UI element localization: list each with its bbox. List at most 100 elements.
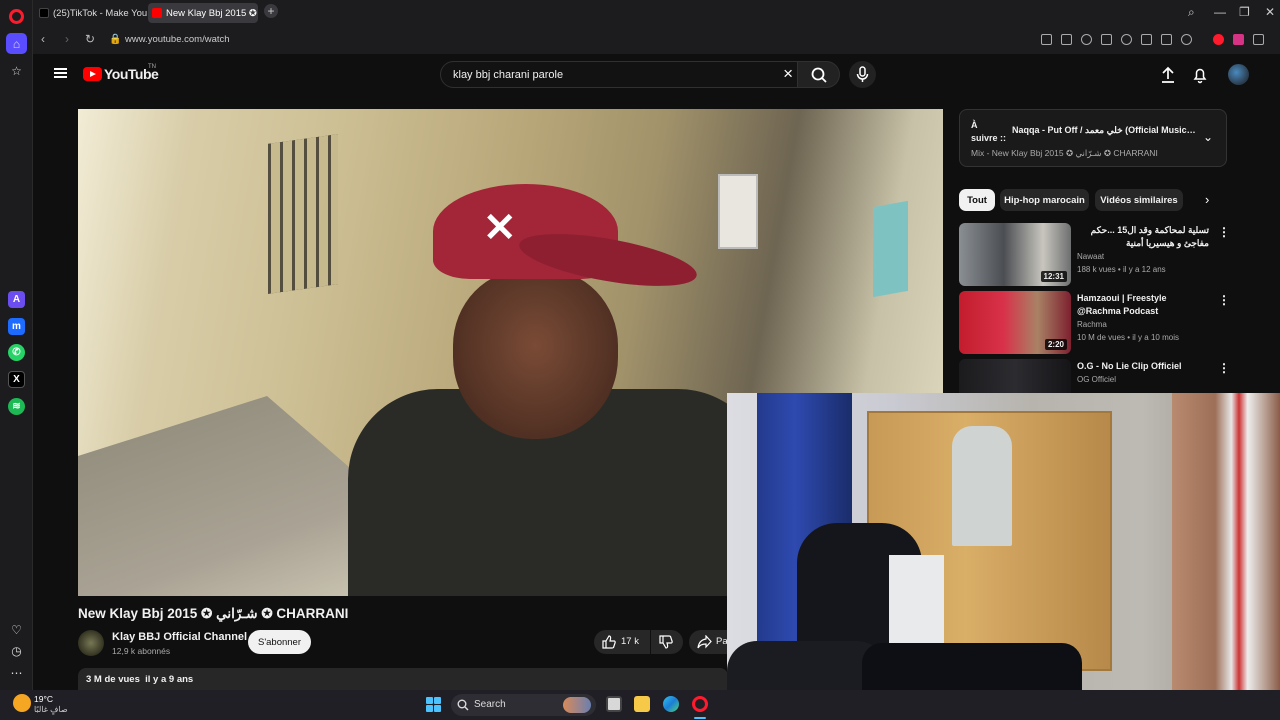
close-window-button[interactable]: ✕ <box>1265 5 1275 19</box>
recommendation-title[interactable]: تسلية لمحاكمة وقد ال15 ...حكم مفاجئ و هي… <box>1077 224 1209 250</box>
whatsapp-icon[interactable]: ✆ <box>8 344 25 361</box>
search-query[interactable]: klay bbj charani parole <box>453 69 563 81</box>
notifications-bell-icon[interactable] <box>1192 66 1208 84</box>
restore-button[interactable]: ❐ <box>1239 5 1250 19</box>
new-tab-button[interactable]: + <box>264 4 278 18</box>
minimize-button[interactable]: — <box>1214 5 1226 19</box>
camera-icon[interactable] <box>1061 34 1072 45</box>
recommendation-item[interactable]: 12:31 تسلية لمحاكمة وقد ال15 ...حكم مفاج… <box>959 223 1269 287</box>
recommendation-title[interactable]: Hamzaoui | Freestyle @Rachma Podcast <box>1077 292 1209 318</box>
recommendation-channel[interactable]: Rachma <box>1077 320 1107 329</box>
edge-icon[interactable] <box>663 696 679 712</box>
voice-search-button[interactable] <box>849 61 876 88</box>
search-button[interactable] <box>798 61 840 88</box>
download-icon[interactable] <box>1141 34 1152 45</box>
url-field[interactable]: www.youtube.com/watch <box>125 34 230 45</box>
recommendation-channel[interactable]: Nawaat <box>1077 252 1104 261</box>
edit-icon[interactable] <box>1041 34 1052 45</box>
opera-ai-icon[interactable] <box>1213 34 1224 45</box>
weather-description[interactable]: صافٍ غالبًا <box>34 705 68 714</box>
recommendation-title[interactable]: O.G - No Lie Clip Officiel <box>1077 360 1209 373</box>
recommendation-channel[interactable]: OG Officiel <box>1077 375 1116 384</box>
more-options-icon[interactable]: ⋮ <box>1218 225 1230 239</box>
account-avatar[interactable] <box>1228 64 1249 85</box>
duration-badge: 12:31 <box>1040 271 1067 282</box>
weather-temperature[interactable]: 19°C <box>34 694 53 704</box>
chevron-right-icon[interactable]: › <box>1205 192 1209 207</box>
opera-logo-icon[interactable] <box>9 9 24 24</box>
tab-label: New Klay Bbj 2015 ✪ شـرّاني <box>166 7 258 19</box>
more-options-icon[interactable]: ⋮ <box>1218 293 1230 307</box>
chip-all[interactable]: Tout <box>959 189 995 211</box>
tab-youtube[interactable]: New Klay Bbj 2015 ✪ شـرّاني <box>148 3 258 23</box>
chip-moroccan-hiphop[interactable]: Hip-hop marocain <box>1000 189 1089 211</box>
recommendation-meta: 188 k vues • il y a 12 ans <box>1077 265 1166 274</box>
upload-age: il y a 9 ans <box>145 674 194 685</box>
chevron-down-icon[interactable]: ⌄ <box>1203 130 1213 144</box>
clear-search-icon[interactable]: × <box>783 64 793 84</box>
play-icon[interactable] <box>1101 34 1112 45</box>
forward-icon[interactable]: › <box>65 32 69 46</box>
recommendation-age: il y a 10 mois <box>1132 333 1179 342</box>
more-icon[interactable]: ⋯ <box>6 662 27 683</box>
home-icon[interactable]: ⌂ <box>6 33 27 54</box>
search-input[interactable]: klay bbj charani parole × <box>440 61 798 88</box>
menu-list-icon[interactable] <box>1161 34 1172 45</box>
channel-name[interactable]: Klay BBJ Official Channel <box>112 631 247 643</box>
extensions-icon[interactable] <box>1253 34 1264 45</box>
spotify-icon[interactable]: ≋ <box>8 398 25 415</box>
up-next-panel[interactable]: À suivre :: Naqqa - Put Off / خلي معمد (… <box>959 109 1227 167</box>
video-thumbnail[interactable]: 12:31 <box>959 223 1071 286</box>
taskbar-search[interactable]: Search <box>451 694 596 716</box>
tab-tiktok[interactable]: (25)TikTok - Make Your Da <box>35 3 147 23</box>
hamburger-menu-icon[interactable] <box>54 68 67 78</box>
channel-avatar[interactable] <box>78 630 104 656</box>
file-explorer-icon[interactable] <box>634 696 650 712</box>
opera-taskbar-icon[interactable] <box>692 696 708 712</box>
webcam-scene-person <box>1172 393 1280 720</box>
windows-start-icon[interactable] <box>426 697 441 712</box>
recommendation-item[interactable]: 2:20 Hamzaoui | Freestyle @Rachma Podcas… <box>959 291 1269 355</box>
video-thumbnail[interactable]: 2:20 <box>959 291 1071 354</box>
youtube-logo-icon[interactable] <box>83 67 102 81</box>
video-scene-face <box>453 269 618 439</box>
view-count: 3 M de vues <box>86 674 140 685</box>
heart-icon[interactable]: ♡ <box>6 619 27 640</box>
tab-search-icon[interactable]: ⌕ <box>1188 5 1195 20</box>
subscribe-button[interactable]: S'abonner <box>248 630 311 654</box>
heart-outline-icon[interactable] <box>1121 34 1132 45</box>
search-highlight-icon <box>563 697 591 713</box>
task-view-icon[interactable] <box>606 696 622 712</box>
webcam-scene-towel <box>889 555 944 645</box>
dislike-button[interactable] <box>651 630 683 654</box>
duration-badge: 2:20 <box>1044 339 1067 350</box>
star-icon[interactable]: ☆ <box>6 60 27 81</box>
tab-label: (25)TikTok - Make Your Da <box>53 7 147 19</box>
back-icon[interactable]: ‹ <box>41 32 45 46</box>
weather-sun-icon[interactable] <box>13 694 31 712</box>
address-bar: ‹ › ↻ 🔒 www.youtube.com/watch <box>33 26 1280 54</box>
reload-icon[interactable]: ↻ <box>85 32 95 46</box>
recommendation-age: il y a 12 ans <box>1122 265 1166 274</box>
recommendation-meta: 10 M de vues • il y a 10 mois <box>1077 333 1179 342</box>
aria-icon[interactable]: A <box>8 291 25 308</box>
up-next-mix-title: Mix - New Klay Bbj 2015 ✪ شـرّاني ✪ CHAR… <box>971 148 1158 158</box>
taskbar-search-label: Search <box>474 699 506 710</box>
youtube-header: YouTube TN klay bbj charani parole × <box>34 54 1280 96</box>
tab-bar: (25)TikTok - Make Your Da New Klay Bbj 2… <box>33 0 1280 26</box>
x-twitter-icon[interactable]: X <box>8 371 25 388</box>
profile-icon[interactable] <box>1181 34 1192 45</box>
description-box[interactable]: 3 M de vues il y a 9 ans <box>78 668 728 690</box>
messenger-icon[interactable]: m <box>8 318 25 335</box>
video-title: New Klay Bbj 2015 ✪ شـرّاني ✪ CHARRANI <box>78 606 349 621</box>
vpn-icon[interactable] <box>1233 34 1244 45</box>
upload-icon[interactable] <box>1160 66 1176 84</box>
history-icon[interactable]: ◷ <box>6 640 27 661</box>
more-options-icon[interactable]: ⋮ <box>1218 361 1230 375</box>
share-label: Pa <box>716 636 728 647</box>
country-code: TN <box>148 64 156 70</box>
chip-similar-videos[interactable]: Vidéos similaires <box>1095 189 1183 211</box>
shield-icon[interactable] <box>1081 34 1092 45</box>
video-scene-ac-unit <box>718 174 758 249</box>
like-button[interactable]: 17 k <box>594 630 650 654</box>
